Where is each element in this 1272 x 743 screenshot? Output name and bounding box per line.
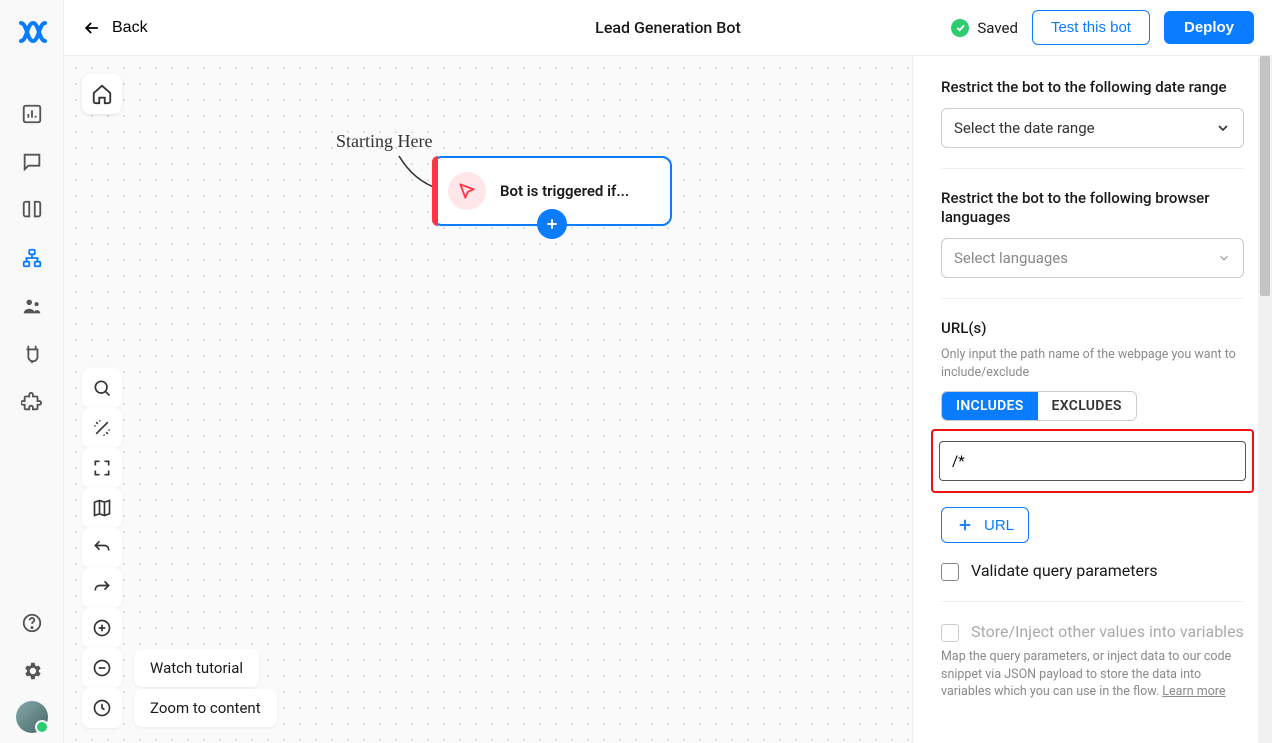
tool-magic[interactable]	[82, 408, 122, 448]
tool-search[interactable]	[82, 368, 122, 408]
date-range-label: Restrict the bot to the following date r…	[941, 78, 1244, 98]
nav-people[interactable]	[8, 282, 56, 330]
nav-integrations[interactable]	[8, 330, 56, 378]
chevron-down-icon	[1217, 251, 1231, 265]
includes-tab[interactable]: INCLUDES	[942, 392, 1038, 420]
add-url-button[interactable]: URL	[941, 507, 1029, 543]
back-button[interactable]: Back	[82, 18, 148, 38]
validate-qp-label: Validate query parameters	[971, 561, 1158, 580]
tool-fullscreen[interactable]	[82, 448, 122, 488]
nav-docs[interactable]	[8, 186, 56, 234]
url-path-input[interactable]	[939, 441, 1246, 481]
nav-flow[interactable]	[8, 234, 56, 282]
nav-analytics[interactable]	[8, 90, 56, 138]
include-exclude-toggle: INCLUDES EXCLUDES	[941, 391, 1137, 421]
tool-history[interactable]	[82, 688, 122, 728]
save-status: Saved	[951, 19, 1018, 37]
flow-canvas[interactable]: Starting Here Bot is triggered if...	[64, 56, 912, 743]
trigger-label: Bot is triggered if...	[500, 182, 629, 200]
scrollbar-thumb[interactable]	[1260, 56, 1270, 296]
languages-select[interactable]: Select languages	[941, 238, 1244, 278]
tool-zoom-out[interactable]	[82, 648, 122, 688]
learn-more-link[interactable]: Learn more	[1162, 684, 1225, 699]
store-inject-hint: Map the query parameters, or inject data…	[941, 648, 1244, 701]
zoom-to-content-button[interactable]: Zoom to content	[134, 689, 277, 727]
user-avatar[interactable]	[16, 701, 48, 733]
back-label: Back	[112, 19, 148, 37]
date-range-select[interactable]: Select the date range	[941, 108, 1244, 148]
divider	[941, 168, 1244, 169]
tool-undo[interactable]	[82, 528, 122, 568]
urls-hint: Only input the path name of the webpage …	[941, 346, 1244, 381]
tool-redo[interactable]	[82, 568, 122, 608]
scrollbar-track	[1258, 56, 1272, 743]
plus-icon	[956, 516, 974, 534]
urls-label: URL(s)	[941, 319, 1244, 339]
home-button[interactable]	[82, 74, 122, 114]
nav-help[interactable]	[8, 599, 56, 647]
check-icon	[951, 19, 969, 37]
validate-qp-checkbox[interactable]	[941, 563, 959, 581]
watch-tutorial-button[interactable]: Watch tutorial	[134, 649, 259, 687]
cursor-icon	[448, 172, 486, 210]
store-inject-label: Store/Inject other values into variables	[971, 622, 1244, 641]
nav-chat[interactable]	[8, 138, 56, 186]
topbar: Back Lead Generation Bot Saved Test this…	[64, 0, 1272, 56]
url-input-highlight	[931, 429, 1254, 493]
languages-label: Restrict the bot to the following browse…	[941, 189, 1244, 228]
settings-panel: Restrict the bot to the following date r…	[912, 56, 1272, 743]
divider	[941, 298, 1244, 299]
logo	[14, 14, 50, 50]
nav-extensions[interactable]	[8, 378, 56, 426]
sidebar	[0, 0, 64, 743]
chevron-down-icon	[1215, 120, 1231, 136]
excludes-tab[interactable]: EXCLUDES	[1038, 392, 1136, 420]
page-title: Lead Generation Bot	[595, 18, 741, 37]
deploy-button[interactable]: Deploy	[1164, 11, 1254, 44]
test-bot-button[interactable]: Test this bot	[1032, 10, 1150, 45]
add-step-button[interactable]	[537, 209, 567, 239]
store-inject-checkbox[interactable]	[941, 624, 959, 642]
starting-here-label: Starting Here	[336, 131, 432, 152]
nav-settings[interactable]	[8, 647, 56, 695]
tool-zoom-in[interactable]	[82, 608, 122, 648]
trigger-node[interactable]: Bot is triggered if...	[432, 156, 672, 226]
tool-map[interactable]	[82, 488, 122, 528]
divider	[941, 601, 1244, 602]
